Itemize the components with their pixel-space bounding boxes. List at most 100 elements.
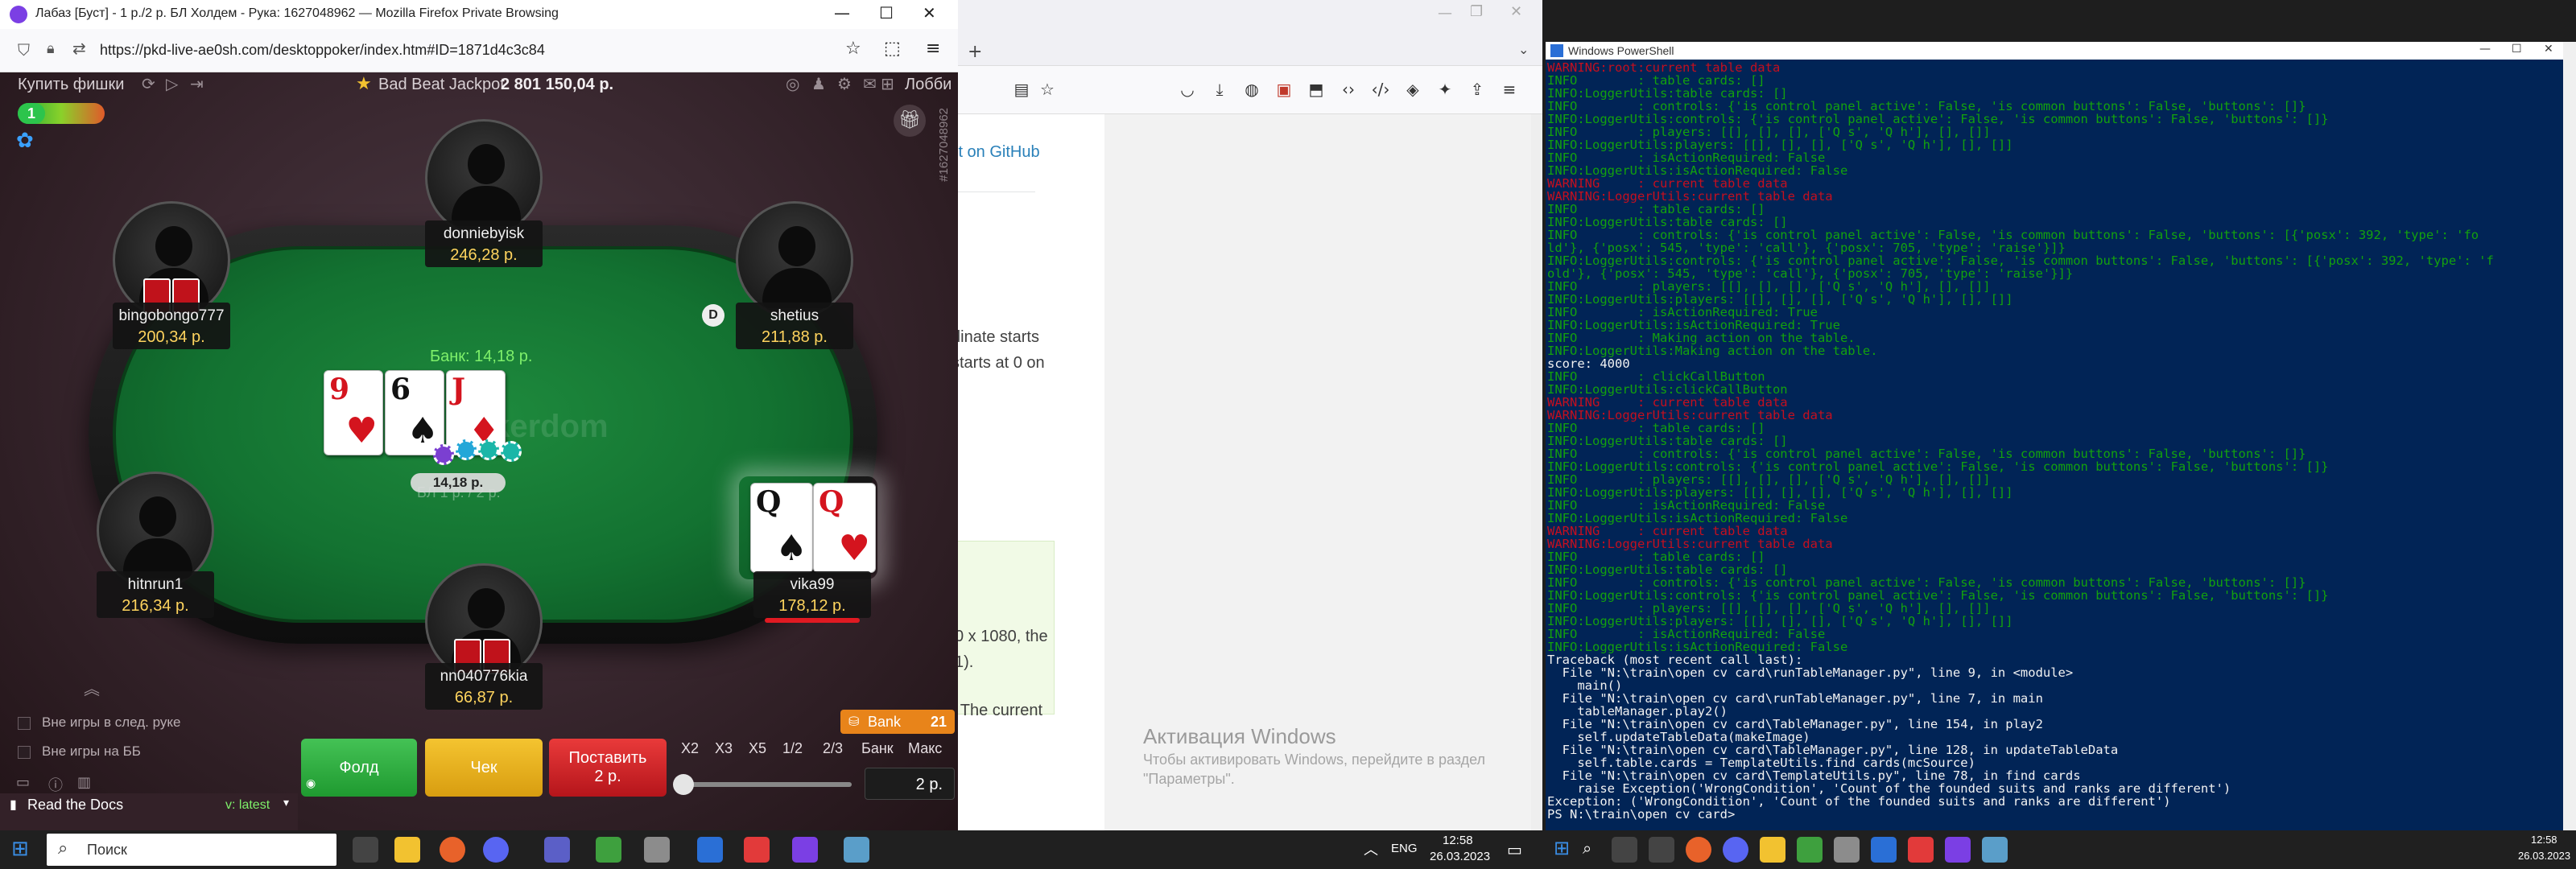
url-input[interactable]: https://pkd-live-ae0sh.com/desktoppoker/… bbox=[100, 42, 545, 59]
bank-pill[interactable]: ⛁ Bank 21 bbox=[840, 710, 955, 734]
preset-x5[interactable]: X5 bbox=[749, 740, 766, 757]
buy-chips-button[interactable]: Купить фишки bbox=[18, 76, 124, 94]
settings-gear-icon[interactable]: ⚙ bbox=[837, 74, 852, 93]
chat-icon[interactable]: ✉ bbox=[863, 74, 877, 93]
seat-right-upper-nameplate[interactable]: shetius 211,88 р. bbox=[736, 303, 853, 349]
powershell-taskbar-icon[interactable] bbox=[1871, 837, 1897, 863]
players-icon[interactable]: ♟ bbox=[811, 74, 826, 93]
app-icon[interactable] bbox=[1982, 837, 2008, 863]
fold-button[interactable]: Фолд bbox=[301, 739, 417, 797]
hamburger-menu-icon[interactable]: ≡ bbox=[1499, 79, 1520, 100]
preset-max[interactable]: Макс bbox=[908, 740, 942, 757]
close-icon[interactable]: ✕ bbox=[923, 3, 936, 23]
bg-scrollbar[interactable] bbox=[1531, 114, 1542, 830]
vpn-icon[interactable]: ⬒ bbox=[1306, 79, 1327, 100]
windows-start-icon[interactable]: ⊞ bbox=[1554, 837, 1570, 859]
maximize-icon[interactable]: ☐ bbox=[879, 3, 894, 23]
taskbar-search-box[interactable]: ⌕ Поиск bbox=[47, 834, 336, 866]
firefox-icon[interactable] bbox=[440, 837, 465, 863]
stats-icon[interactable]: ▥ bbox=[77, 774, 91, 791]
app-icon[interactable] bbox=[844, 837, 869, 863]
clock-date[interactable]: 26.03.2023 bbox=[2518, 850, 2570, 862]
devtools-icon[interactable]: ◈ bbox=[1402, 79, 1423, 100]
exit-icon[interactable]: ⇥ bbox=[190, 74, 204, 93]
lock-icon[interactable]: 🔒︎ bbox=[47, 40, 55, 57]
bet-slider-thumb[interactable] bbox=[673, 774, 694, 795]
lobby-button[interactable]: Лобби bbox=[905, 76, 952, 94]
file-explorer-icon[interactable] bbox=[1760, 837, 1785, 863]
hamburger-menu-icon[interactable]: ≡ bbox=[926, 39, 940, 59]
file-explorer-icon[interactable] bbox=[394, 837, 420, 863]
firefox-private-taskbar-icon[interactable] bbox=[1945, 837, 1971, 863]
discord-icon[interactable] bbox=[483, 837, 509, 863]
maximize-icon[interactable]: ☐ bbox=[2512, 43, 2522, 56]
powershell-scrollbar[interactable] bbox=[2563, 42, 2576, 830]
code-icon[interactable]: ‹› bbox=[1338, 79, 1359, 100]
extensions-icon[interactable]: ⬚ bbox=[884, 39, 901, 59]
collapse-chevron-icon[interactable]: ︽ bbox=[84, 676, 100, 699]
sitout-bb-option[interactable]: Вне игры на ББ bbox=[18, 743, 141, 760]
seat-bottom-nameplate[interactable]: nn040776kia 66,87 р. bbox=[425, 663, 543, 710]
app-icon[interactable] bbox=[644, 837, 670, 863]
gift-icon[interactable]: 🎁︎ bbox=[894, 105, 926, 137]
info-icon[interactable]: ⓘ bbox=[48, 774, 63, 795]
shield-icon[interactable]: ⛉ bbox=[18, 40, 30, 60]
check-button[interactable]: Чек bbox=[425, 739, 543, 797]
dropdown-caret-icon[interactable]: ▾ bbox=[283, 797, 289, 809]
read-the-docs-link[interactable]: Read the Docs bbox=[27, 797, 123, 813]
clock-date[interactable]: 26.03.2023 bbox=[1430, 850, 1490, 863]
permissions-icon[interactable]: ⇄ bbox=[72, 39, 86, 58]
share-icon[interactable]: ⇪ bbox=[1467, 79, 1488, 100]
seat-left-lower-nameplate[interactable]: hitnrun1 216,34 р. bbox=[97, 571, 214, 618]
app-icon[interactable] bbox=[1649, 837, 1674, 863]
list-tabs-icon[interactable]: ⌄ bbox=[1518, 42, 1529, 57]
lobby-icon[interactable]: ⊞ bbox=[881, 74, 894, 93]
pocket-icon[interactable]: ◡ bbox=[1177, 79, 1198, 100]
bet-button[interactable]: Поставить 2 р. bbox=[549, 739, 667, 797]
preset-pot[interactable]: Банк bbox=[861, 740, 894, 757]
pycharm-icon[interactable] bbox=[744, 837, 770, 863]
preset-half[interactable]: 1/2 bbox=[782, 740, 803, 757]
language-indicator[interactable]: ENG bbox=[1391, 842, 1418, 855]
close-icon[interactable]: ✕ bbox=[1510, 3, 1522, 20]
avatar[interactable] bbox=[425, 119, 543, 237]
version-selector[interactable]: v: latest bbox=[225, 798, 270, 813]
hero-nameplate[interactable]: vika99 178,12 р. bbox=[753, 571, 871, 618]
task-view-icon[interactable] bbox=[353, 837, 378, 863]
notepadpp-icon[interactable] bbox=[1797, 837, 1823, 863]
notifications-icon[interactable]: ▭ bbox=[1507, 840, 1522, 859]
close-icon[interactable]: ✕ bbox=[2544, 43, 2553, 56]
firefox-icon[interactable] bbox=[1686, 837, 1711, 863]
sitout-next-option[interactable]: Вне игры в след. руке bbox=[18, 715, 180, 731]
bookmark-star-icon[interactable]: ☆ bbox=[845, 39, 861, 59]
checkbox[interactable] bbox=[18, 716, 31, 730]
preset-two-thirds[interactable]: 2/3 bbox=[823, 740, 843, 757]
restore-icon[interactable]: ❐ bbox=[1470, 3, 1483, 20]
globe-icon[interactable]: ◍ bbox=[1241, 79, 1262, 100]
support-icon[interactable]: ◎ bbox=[786, 74, 799, 93]
tray-chevron-icon[interactable]: ︿ bbox=[1364, 838, 1378, 859]
windows-start-icon[interactable]: ⊞ bbox=[11, 837, 29, 861]
teams-icon[interactable] bbox=[544, 837, 570, 863]
checkbox[interactable] bbox=[18, 745, 31, 759]
extensions-icon[interactable]: ✦ bbox=[1435, 79, 1455, 100]
code-alt-icon[interactable]: ‹/› bbox=[1370, 79, 1391, 100]
preset-x2[interactable]: X2 bbox=[681, 740, 699, 757]
minimize-icon[interactable]: — bbox=[2479, 43, 2491, 56]
preset-x3[interactable]: X3 bbox=[715, 740, 733, 757]
edit-on-github-link[interactable]: it on GitHub bbox=[955, 143, 1040, 162]
firefox-private-taskbar-icon[interactable] bbox=[792, 837, 818, 863]
reader-view-icon[interactable]: ▤ bbox=[1011, 79, 1032, 100]
rebuy-icon[interactable]: ⟳ bbox=[142, 74, 155, 93]
task-view-icon[interactable] bbox=[1612, 837, 1637, 863]
bookmark-star-icon[interactable]: ☆ bbox=[1037, 79, 1058, 100]
discord-icon[interactable] bbox=[1723, 837, 1748, 863]
seat-top-nameplate[interactable]: donniebyisk 246,28 р. bbox=[425, 220, 543, 267]
downloads-icon[interactable]: ⤓ bbox=[1209, 79, 1230, 100]
bet-slider[interactable] bbox=[675, 782, 852, 787]
chat-icon[interactable]: ▭ bbox=[16, 774, 30, 791]
new-tab-icon[interactable]: + bbox=[968, 42, 982, 62]
powershell-taskbar-icon[interactable] bbox=[697, 837, 723, 863]
play-icon[interactable]: ▷ bbox=[166, 74, 178, 93]
eye-icon[interactable]: ◉ bbox=[306, 777, 316, 790]
